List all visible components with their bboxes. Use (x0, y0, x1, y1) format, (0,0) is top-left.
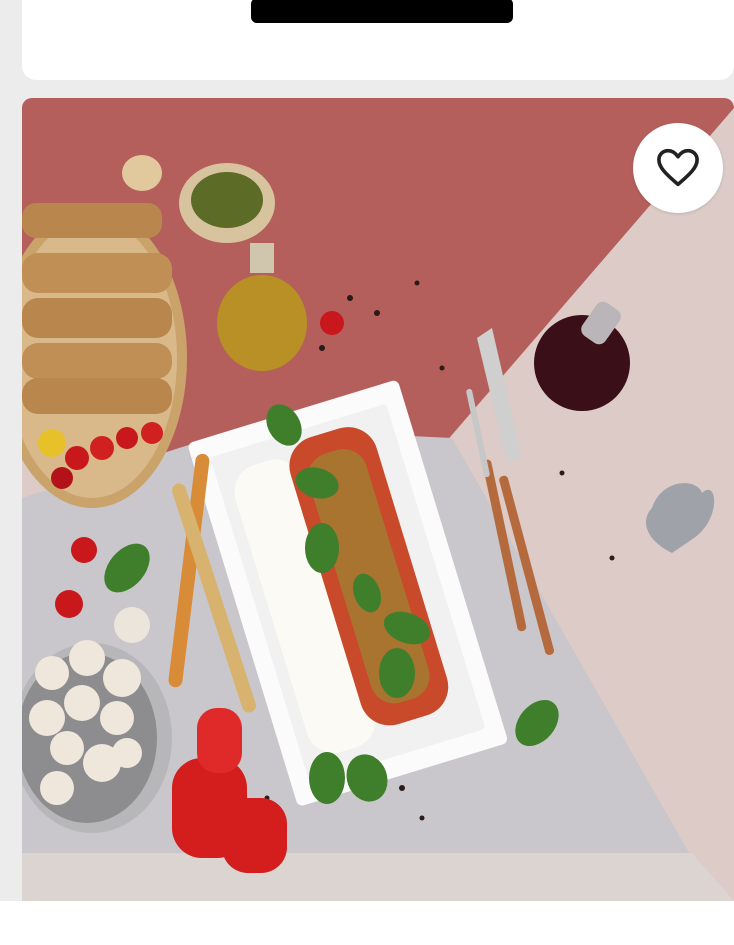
left-gutter (0, 98, 22, 901)
food-photo (22, 98, 734, 901)
favorite-button[interactable] (633, 123, 723, 213)
product-image[interactable] (22, 98, 734, 901)
screen (0, 0, 734, 945)
card-footer (0, 901, 734, 945)
heart-outline-icon (657, 148, 699, 187)
redacted-bar (251, 0, 513, 23)
previous-card[interactable] (22, 0, 734, 80)
